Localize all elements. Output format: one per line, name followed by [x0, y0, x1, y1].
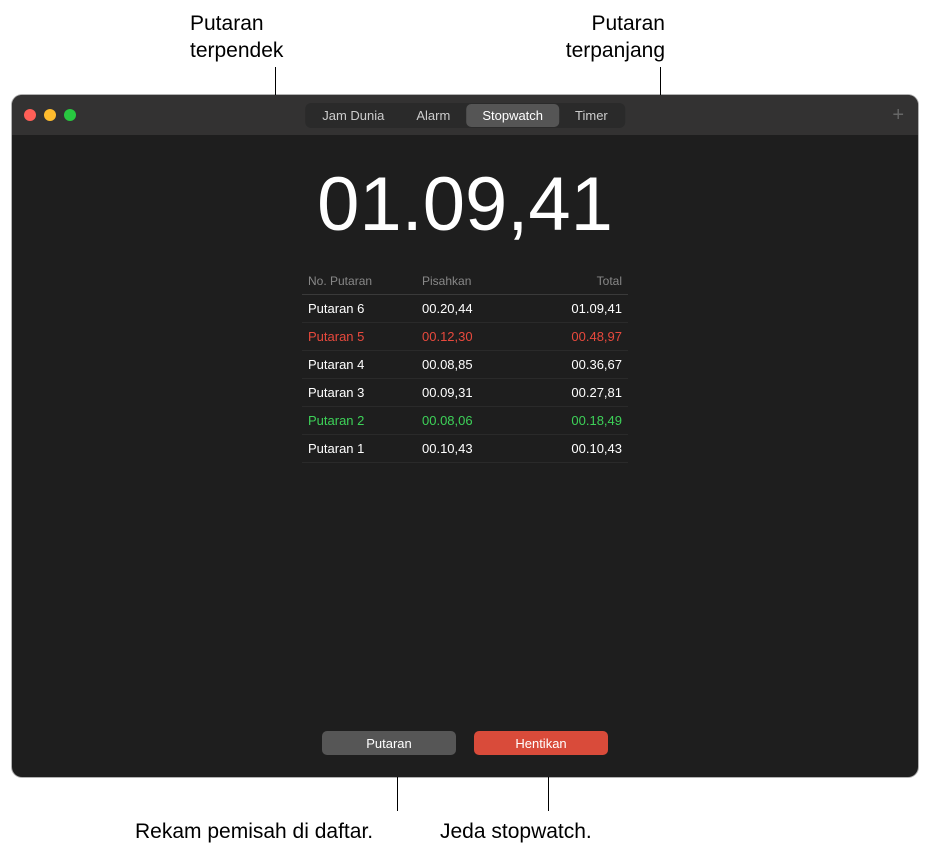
lap-split: 00.08,85	[422, 357, 528, 372]
lap-total: 00.10,43	[528, 441, 628, 456]
lap-total: 00.27,81	[528, 385, 628, 400]
lap-button[interactable]: Putaran	[322, 731, 456, 755]
lap-split: 00.10,43	[422, 441, 528, 456]
lap-total: 00.36,67	[528, 357, 628, 372]
lap-row: Putaran 300.09,3100.27,81	[302, 379, 628, 407]
button-row: Putaran Hentikan	[322, 731, 608, 755]
lap-row: Putaran 500.12,3000.48,97	[302, 323, 628, 351]
lap-name: Putaran 4	[302, 357, 422, 372]
tab-alarm[interactable]: Alarm	[400, 104, 466, 127]
header-total: Total	[528, 274, 628, 288]
lap-split: 00.20,44	[422, 301, 528, 316]
stopwatch-content: 01.09,41 No. Putaran Pisahkan Total Puta…	[12, 135, 918, 777]
window-controls	[24, 109, 76, 121]
add-button[interactable]: +	[892, 104, 904, 127]
header-lap: No. Putaran	[302, 274, 422, 288]
tab-world-clock[interactable]: Jam Dunia	[306, 104, 400, 127]
lap-row: Putaran 200.08,0600.18,49	[302, 407, 628, 435]
lap-total: 00.48,97	[528, 329, 628, 344]
lap-row: Putaran 100.10,4300.10,43	[302, 435, 628, 463]
lap-split: 00.12,30	[422, 329, 528, 344]
lap-name: Putaran 3	[302, 385, 422, 400]
header-split: Pisahkan	[422, 274, 528, 288]
lap-row: Putaran 400.08,8500.36,67	[302, 351, 628, 379]
clock-window: Jam Dunia Alarm Stopwatch Timer + 01.09,…	[12, 95, 918, 777]
lap-name: Putaran 5	[302, 329, 422, 344]
lap-name: Putaran 1	[302, 441, 422, 456]
lap-row: Putaran 600.20,4401.09,41	[302, 295, 628, 323]
time-display: 01.09,41	[317, 161, 613, 248]
minimize-button[interactable]	[44, 109, 56, 121]
callout-pause: Jeda stopwatch.	[440, 818, 592, 845]
laps-header: No. Putaran Pisahkan Total	[302, 268, 628, 295]
callout-shortest: Putaran terpendek	[190, 10, 283, 65]
tab-stopwatch[interactable]: Stopwatch	[466, 104, 559, 127]
laps-table: No. Putaran Pisahkan Total Putaran 600.2…	[302, 268, 628, 463]
callout-longest: Putaran terpanjang	[566, 10, 665, 65]
lap-split: 00.08,06	[422, 413, 528, 428]
lap-name: Putaran 6	[302, 301, 422, 316]
maximize-button[interactable]	[64, 109, 76, 121]
lap-split: 00.09,31	[422, 385, 528, 400]
lap-name: Putaran 2	[302, 413, 422, 428]
lap-total: 01.09,41	[528, 301, 628, 316]
tab-timer[interactable]: Timer	[559, 104, 624, 127]
stop-button[interactable]: Hentikan	[474, 731, 608, 755]
titlebar: Jam Dunia Alarm Stopwatch Timer +	[12, 95, 918, 135]
tab-bar: Jam Dunia Alarm Stopwatch Timer	[305, 103, 625, 128]
lap-total: 00.18,49	[528, 413, 628, 428]
callout-record-split: Rekam pemisah di daftar.	[135, 818, 373, 845]
close-button[interactable]	[24, 109, 36, 121]
